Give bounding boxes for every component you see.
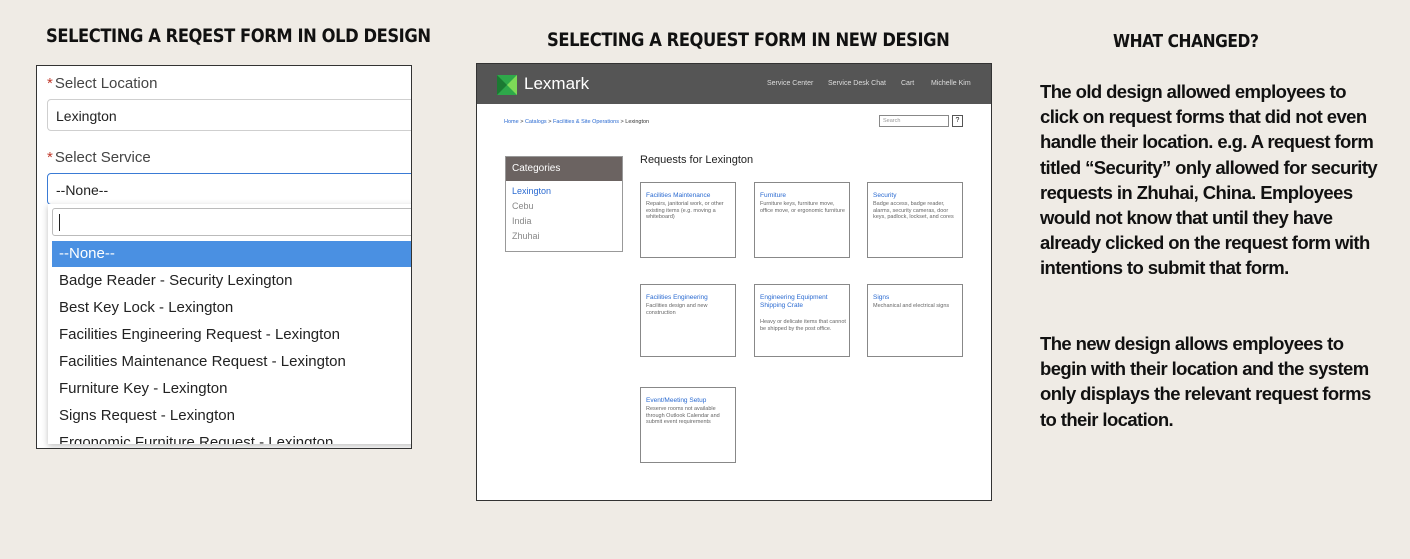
search-input[interactable]: Search [879, 115, 949, 127]
breadcrumb-separator: > [620, 119, 624, 125]
top-navbar: Lexmark Service Center Service Desk Chat… [477, 64, 991, 104]
requests-title: Requests for Lexington [640, 154, 754, 166]
breadcrumb-separator: > [548, 119, 552, 125]
select-service-label: * Select Service [47, 149, 151, 166]
dropdown-option[interactable]: --None-- [52, 241, 411, 267]
nav-service-center[interactable]: Service Center [767, 80, 813, 87]
card-desc: Mechanical and electrical signs [873, 303, 950, 309]
card-desc: Reserve rooms not available through Outl… [646, 406, 720, 425]
category-lexington[interactable]: Lexington [512, 186, 551, 196]
card-desc: Heavy or delicate items that cannot be s… [760, 319, 846, 332]
dropdown-option[interactable]: Signs Request - Lexington [52, 403, 411, 429]
new-design-heading: SELECTING A REQUEST FORM IN NEW DESIGN [547, 29, 950, 51]
old-design-heading: SELECTING A REQEST FORM IN OLD DESIGN [46, 25, 431, 47]
new-design-screenshot: Lexmark Service Center Service Desk Chat… [476, 63, 992, 501]
search-help-button[interactable]: ? [952, 115, 963, 127]
what-changed-heading: WHAT CHANGED? [1113, 31, 1259, 52]
dropdown-search-input[interactable] [52, 208, 411, 236]
dropdown-option[interactable]: Best Key Lock - Lexington [52, 295, 411, 321]
breadcrumb-catalogs[interactable]: Catalogs [525, 119, 547, 125]
card-title: Furniture [760, 192, 787, 199]
lexmark-logo-icon [497, 75, 517, 95]
card-title: Security [873, 192, 897, 199]
card-desc: Badge access, badge reader, alarms, secu… [873, 201, 954, 220]
categories-title: Categories [506, 157, 622, 181]
category-zhuhai[interactable]: Zhuhai [512, 231, 540, 241]
card-title: Facilities Maintenance [646, 192, 711, 199]
request-card[interactable]: Facilities Maintenance Repairs, janitori… [640, 182, 736, 258]
dropdown-option[interactable]: Facilities Engineering Request - Lexingt… [52, 322, 411, 348]
dropdown-option[interactable]: Ergonomic Furniture Request - Lexington [52, 430, 411, 444]
card-title: Engineering Equipment Shipping Crate [760, 294, 828, 309]
breadcrumb: Home > Catalogs > Facilities & Site Oper… [504, 119, 649, 125]
request-card[interactable]: Security Badge access, badge reader, ala… [867, 182, 963, 258]
request-card[interactable]: Engineering Equipment Shipping Crate Hea… [754, 284, 850, 357]
dropdown-option[interactable]: Facilities Maintenance Request - Lexingt… [52, 349, 411, 375]
required-asterisk: * [47, 149, 53, 166]
nav-user[interactable]: Michelle Kim [931, 80, 971, 87]
card-desc: Furniture keys, furniture move, office m… [760, 201, 845, 214]
request-card[interactable]: Furniture Furniture keys, furniture move… [754, 182, 850, 258]
nav-cart[interactable]: Cart [901, 80, 914, 87]
old-design-screenshot: * Select Location Lexington * Select Servi… [36, 65, 412, 449]
card-title: Event/Meeting Setup [646, 397, 707, 404]
dropdown-option[interactable]: Furniture Key - Lexington [52, 376, 411, 402]
what-changed-paragraph-2: The new design allows employees to begin… [1040, 333, 1371, 430]
breadcrumb-current: Lexington [625, 119, 650, 125]
nav-service-desk-chat[interactable]: Service Desk Chat [828, 80, 886, 87]
category-india[interactable]: India [512, 216, 532, 226]
card-title: Facilities Engineering [646, 294, 708, 301]
brand-name[interactable]: Lexmark [524, 74, 589, 94]
request-card[interactable]: Facilities Engineering Facilities design… [640, 284, 736, 357]
breadcrumb-facilities[interactable]: Facilities & Site Operations [553, 119, 619, 125]
select-location-label: * Select Location [47, 75, 157, 92]
request-card[interactable]: Event/Meeting Setup Reserve rooms not av… [640, 387, 736, 463]
required-asterisk: * [47, 75, 53, 92]
card-desc: Repairs, janitorial work, or other exist… [646, 201, 724, 220]
location-field[interactable]: Lexington [47, 99, 411, 131]
card-title: Signs [873, 294, 890, 301]
breadcrumb-home[interactable]: Home [504, 119, 519, 125]
breadcrumb-separator: > [520, 119, 524, 125]
service-select[interactable]: --None-- [47, 173, 411, 205]
category-cebu[interactable]: Cebu [512, 201, 534, 211]
text-cursor [59, 214, 60, 231]
categories-panel: Categories Lexington Cebu India Zhuhai [505, 156, 623, 252]
what-changed-paragraph-1: The old design allowed employees to clic… [1040, 81, 1378, 279]
dropdown-option[interactable]: Badge Reader - Security Lexington [52, 268, 411, 294]
select-service-text: Select Service [54, 149, 151, 166]
request-card[interactable]: Signs Mechanical and electrical signs [867, 284, 963, 357]
select-location-text: Select Location [54, 75, 158, 92]
service-dropdown: --None-- Badge Reader - Security Lexingt… [48, 204, 411, 444]
card-desc: Facilities design and new construction [646, 303, 708, 316]
